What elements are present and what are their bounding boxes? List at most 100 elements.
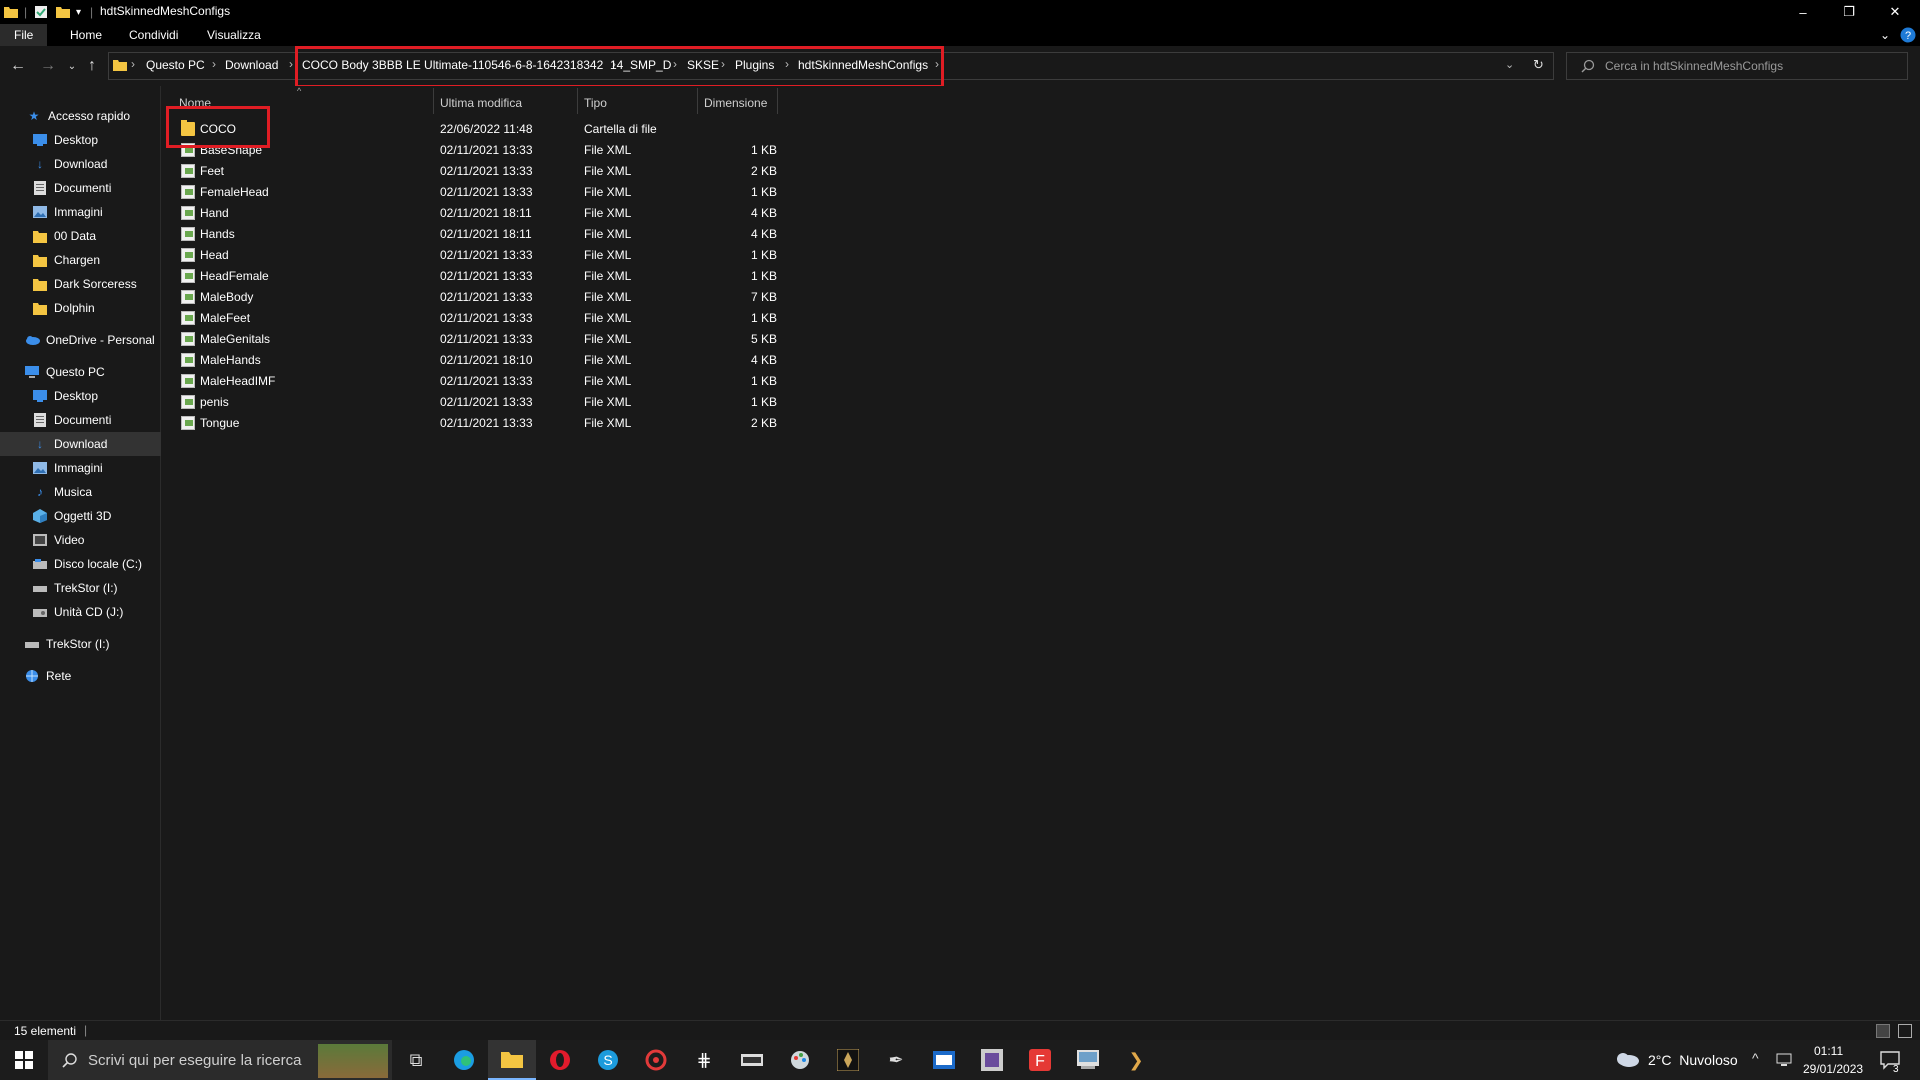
search-box[interactable] — [1566, 52, 1908, 80]
file-row[interactable]: FemaleHead 02/11/2021 13:33 File XML 1 KB — [179, 182, 779, 203]
column-divider[interactable] — [777, 88, 778, 114]
file-size: 4 KB — [750, 353, 777, 367]
forward-arrow-icon[interactable]: → — [36, 54, 60, 78]
xml-file-icon — [181, 353, 195, 367]
search-input[interactable] — [1603, 56, 1897, 76]
file-row[interactable]: MaleFeet 02/11/2021 13:33 File XML 1 KB — [179, 308, 779, 329]
column-header-type[interactable]: Tipo — [584, 92, 607, 114]
column-divider[interactable] — [577, 88, 578, 114]
app-grid-icon[interactable]: ⋕ — [680, 1040, 728, 1080]
breadcrumb-separator-icon: › — [131, 57, 135, 71]
cloud-icon — [24, 333, 40, 347]
file-row[interactable]: MaleGenitals 02/11/2021 13:33 File XML 5 KB — [179, 329, 779, 350]
network-icon — [24, 669, 40, 683]
folder-icon — [32, 253, 48, 267]
up-arrow-icon[interactable]: ↑ — [80, 54, 104, 78]
app-f-icon[interactable]: F — [1016, 1040, 1064, 1080]
file-row[interactable]: MaleHands 02/11/2021 18:10 File XML 4 KB — [179, 350, 779, 371]
sidebar-item-label: Immagini — [54, 461, 103, 475]
file-name: FemaleHead — [200, 185, 269, 199]
clock-date[interactable]: 29/01/2023 — [1803, 1062, 1863, 1076]
tab-condividi[interactable]: Condividi — [129, 24, 178, 46]
star-icon: ★ — [28, 109, 40, 123]
file-row[interactable]: Tongue 02/11/2021 13:33 File XML 2 KB — [179, 413, 779, 434]
sidebar-item-label: Documenti — [54, 413, 112, 427]
file-type: File XML — [584, 164, 632, 178]
minimize-button[interactable]: – — [1780, 0, 1826, 24]
clock-time[interactable]: 01:11 — [1814, 1044, 1843, 1058]
file-row[interactable]: MaleBody 02/11/2021 13:33 File XML 7 KB — [179, 287, 779, 308]
file-modified: 02/11/2021 13:33 — [440, 185, 533, 199]
file-type: File XML — [584, 332, 632, 346]
file-row[interactable]: penis 02/11/2021 13:33 File XML 1 KB — [179, 392, 779, 413]
breadcrumb-questo-pc[interactable]: Questo PC — [146, 58, 205, 72]
file-size: 1 KB — [750, 395, 777, 409]
skype-icon[interactable]: S — [584, 1040, 632, 1080]
start-button[interactable] — [0, 1040, 48, 1080]
xml-file-icon — [181, 374, 195, 388]
file-type: File XML — [584, 227, 632, 241]
close-button[interactable]: ✕ — [1872, 0, 1918, 24]
tab-home[interactable]: Home — [70, 24, 102, 46]
weather-text[interactable]: 2°C Nuvoloso — [1648, 1052, 1738, 1068]
properties-icon[interactable] — [34, 4, 48, 20]
sidebar-item-accesso-rapido[interactable]: ★ Accesso rapido — [0, 104, 183, 128]
sidebar-item-trekstor-i-root[interactable]: TrekStor (I:) — [0, 632, 181, 656]
address-history-chevron-icon[interactable]: ⌄ — [1505, 58, 1514, 71]
task-view-icon[interactable]: ⧉ — [392, 1040, 440, 1080]
sidebar-item-label: OneDrive - Personal — [46, 333, 155, 347]
file-explorer-icon[interactable] — [488, 1040, 536, 1080]
file-row[interactable]: Hands 02/11/2021 18:11 File XML 4 KB — [179, 224, 779, 245]
restore-button[interactable]: ❐ — [1826, 0, 1872, 24]
app-fan-icon[interactable] — [824, 1040, 872, 1080]
file-row[interactable]: HeadFemale 02/11/2021 13:33 File XML 1 KB — [179, 266, 779, 287]
column-header-modified[interactable]: Ultima modifica — [440, 92, 522, 114]
app-bar-icon[interactable] — [728, 1040, 776, 1080]
network-status-icon[interactable] — [1776, 1053, 1794, 1070]
file-name: Hands — [200, 227, 235, 241]
file-modified: 02/11/2021 13:33 — [440, 374, 533, 388]
app-notepad-icon[interactable] — [1064, 1040, 1112, 1080]
app-window-icon[interactable] — [920, 1040, 968, 1080]
app-red-gear-icon[interactable] — [632, 1040, 680, 1080]
xml-file-icon — [181, 395, 195, 409]
file-row[interactable]: MaleHeadIMF 02/11/2021 13:33 File XML 1 KB — [179, 371, 779, 392]
sidebar-item-label: Desktop — [54, 133, 99, 147]
app-archive-icon[interactable] — [968, 1040, 1016, 1080]
tab-visualizza[interactable]: Visualizza — [207, 24, 261, 46]
opera-icon[interactable] — [536, 1040, 584, 1080]
show-hidden-icons-chevron-icon[interactable]: ^ — [1752, 1050, 1759, 1066]
sidebar-item-onedrive[interactable]: OneDrive - Personal — [0, 328, 181, 352]
file-modified: 02/11/2021 13:33 — [440, 416, 533, 430]
column-divider[interactable] — [697, 88, 698, 114]
chevron-down-icon[interactable]: ▾ — [76, 4, 81, 20]
file-name: Tongue — [200, 416, 240, 430]
chevron-down-icon[interactable]: ⌄ — [1880, 24, 1890, 46]
file-type: File XML — [584, 185, 632, 199]
details-view-icon[interactable] — [1876, 1024, 1890, 1038]
file-row[interactable]: Feet 02/11/2021 13:33 File XML 2 KB — [179, 161, 779, 182]
column-header-size[interactable]: Dimensione — [704, 92, 767, 114]
file-row[interactable]: Hand 02/11/2021 18:11 File XML 4 KB — [179, 203, 779, 224]
sidebar-item-label: Immagini — [54, 205, 103, 219]
app-arrow-icon[interactable]: ❯ — [1112, 1040, 1160, 1080]
pen-icon[interactable]: ✒ — [872, 1040, 920, 1080]
pictures-icon — [32, 461, 48, 475]
large-icons-view-icon[interactable] — [1898, 1024, 1912, 1038]
item-count: 15 elementi — [14, 1024, 77, 1038]
refresh-icon[interactable]: ↻ — [1533, 57, 1544, 73]
breadcrumb-download[interactable]: Download — [225, 58, 278, 72]
new-folder-icon[interactable] — [56, 4, 70, 20]
column-divider[interactable] — [433, 88, 434, 114]
back-arrow-icon[interactable]: ← — [6, 54, 30, 78]
navigation-pane: ★ Accesso rapido Desktop 📌 ↓ Download 📌 … — [0, 86, 189, 1020]
file-row[interactable]: Head 02/11/2021 13:33 File XML 1 KB — [179, 245, 779, 266]
paint-icon[interactable] — [776, 1040, 824, 1080]
tab-file[interactable]: File — [0, 24, 48, 46]
sidebar-item-questo-pc[interactable]: Questo PC — [0, 360, 181, 384]
sidebar-item-rete[interactable]: Rete — [0, 664, 181, 688]
taskbar-search-box[interactable]: Scrivi qui per eseguire la ricerca — [48, 1040, 392, 1080]
edge-icon[interactable] — [440, 1040, 488, 1080]
sidebar-item-label: Download — [54, 157, 108, 171]
xml-file-icon — [181, 185, 195, 199]
